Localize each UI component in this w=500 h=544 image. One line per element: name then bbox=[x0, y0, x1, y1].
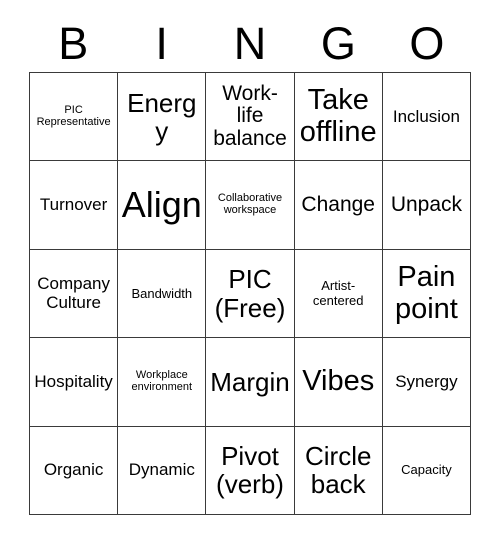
bingo-row: Company Culture Bandwidth PIC (Free) Art… bbox=[30, 249, 472, 339]
bingo-cell-i2[interactable]: Align bbox=[118, 161, 207, 250]
bingo-cell-label: Pivot (verb) bbox=[216, 441, 284, 500]
bingo-cell-g5[interactable]: Circle back bbox=[294, 426, 383, 516]
header-letter-b: B bbox=[58, 17, 89, 69]
bingo-cell-o2[interactable]: Unpack bbox=[382, 161, 472, 250]
bingo-row: Turnover Align Collaborative workspace C… bbox=[30, 161, 472, 250]
header-letter-o: O bbox=[409, 17, 445, 69]
bingo-cell-label: Circle back bbox=[304, 441, 372, 500]
bingo-cell-g4[interactable]: Vibes bbox=[294, 338, 383, 427]
bingo-cell-g3[interactable]: Artist-centered bbox=[294, 249, 383, 339]
bingo-cell-label: Artist-centered bbox=[312, 278, 364, 308]
bingo-cell-i5[interactable]: Dynamic bbox=[118, 426, 207, 516]
bingo-cell-label: Collaborative workspace bbox=[217, 192, 283, 217]
bingo-grid: PIC Representative Energy Work-life bala… bbox=[29, 72, 472, 516]
bingo-cell-n5[interactable]: Pivot (verb) bbox=[206, 426, 295, 516]
bingo-cell-label: Organic bbox=[43, 460, 104, 480]
bingo-cell-o5[interactable]: Capacity bbox=[382, 426, 472, 516]
header-letter-n: N bbox=[233, 17, 267, 69]
bingo-cell-free-space[interactable]: PIC (Free) bbox=[206, 249, 295, 339]
bingo-cell-label: Energy bbox=[127, 87, 197, 146]
bingo-cell-b2[interactable]: Turnover bbox=[30, 161, 119, 250]
bingo-row: PIC Representative Energy Work-life bala… bbox=[30, 73, 472, 162]
bingo-cell-o4[interactable]: Synergy bbox=[382, 338, 472, 427]
bingo-cell-label: Unpack bbox=[390, 192, 463, 216]
header-letter-g: G bbox=[320, 17, 356, 69]
bingo-cell-o1[interactable]: Inclusion bbox=[382, 73, 472, 162]
bingo-cell-label: PIC Representative bbox=[36, 103, 111, 128]
bingo-header: B I N G O bbox=[29, 14, 471, 72]
bingo-cell-label: Turnover bbox=[39, 194, 108, 214]
bingo-cell-label: Vibes bbox=[302, 365, 375, 398]
header-letter-i: I bbox=[155, 17, 168, 69]
bingo-cell-label: Inclusion bbox=[392, 106, 460, 126]
bingo-row: Hospitality Workplace environment Margin… bbox=[30, 338, 472, 427]
bingo-card: B I N G O PIC Representative Energy Work… bbox=[0, 0, 500, 544]
bingo-cell-label: Pain point bbox=[394, 261, 458, 325]
bingo-cell-n4[interactable]: Margin bbox=[206, 338, 295, 427]
bingo-row: Organic Dynamic Pivot (verb) Circle back… bbox=[30, 426, 472, 516]
bingo-cell-label: Take offline bbox=[299, 84, 377, 148]
bingo-cell-label: Align bbox=[121, 183, 202, 225]
bingo-cell-label: Dynamic bbox=[128, 460, 195, 480]
bingo-cell-n2[interactable]: Collaborative workspace bbox=[206, 161, 295, 250]
bingo-cell-b5[interactable]: Organic bbox=[30, 426, 119, 516]
bingo-cell-label: Workplace environment bbox=[131, 369, 193, 393]
bingo-cell-g1[interactable]: Take offline bbox=[294, 73, 383, 162]
bingo-cell-g2[interactable]: Change bbox=[294, 161, 383, 250]
bingo-cell-label: Hospitality bbox=[34, 371, 113, 391]
bingo-cell-label: PIC (Free) bbox=[214, 264, 286, 323]
bingo-cell-label: Company Culture bbox=[37, 274, 110, 312]
bingo-cell-b3[interactable]: Company Culture bbox=[30, 249, 119, 339]
bingo-cell-label: Capacity bbox=[401, 462, 452, 478]
bingo-cell-label: Bandwidth bbox=[131, 285, 193, 301]
bingo-cell-b4[interactable]: Hospitality bbox=[30, 338, 119, 427]
bingo-cell-i1[interactable]: Energy bbox=[118, 73, 207, 162]
bingo-cell-label: Margin bbox=[210, 366, 290, 397]
bingo-cell-i4[interactable]: Workplace environment bbox=[118, 338, 207, 427]
bingo-cell-n1[interactable]: Work-life balance bbox=[206, 73, 295, 162]
bingo-cell-i3[interactable]: Bandwidth bbox=[118, 249, 207, 339]
bingo-cell-b1[interactable]: PIC Representative bbox=[30, 73, 119, 162]
bingo-cell-o3[interactable]: Pain point bbox=[382, 249, 472, 339]
bingo-cell-label: Work-life balance bbox=[213, 81, 287, 151]
bingo-cell-label: Change bbox=[301, 192, 375, 216]
bingo-cell-label: Synergy bbox=[395, 371, 458, 391]
